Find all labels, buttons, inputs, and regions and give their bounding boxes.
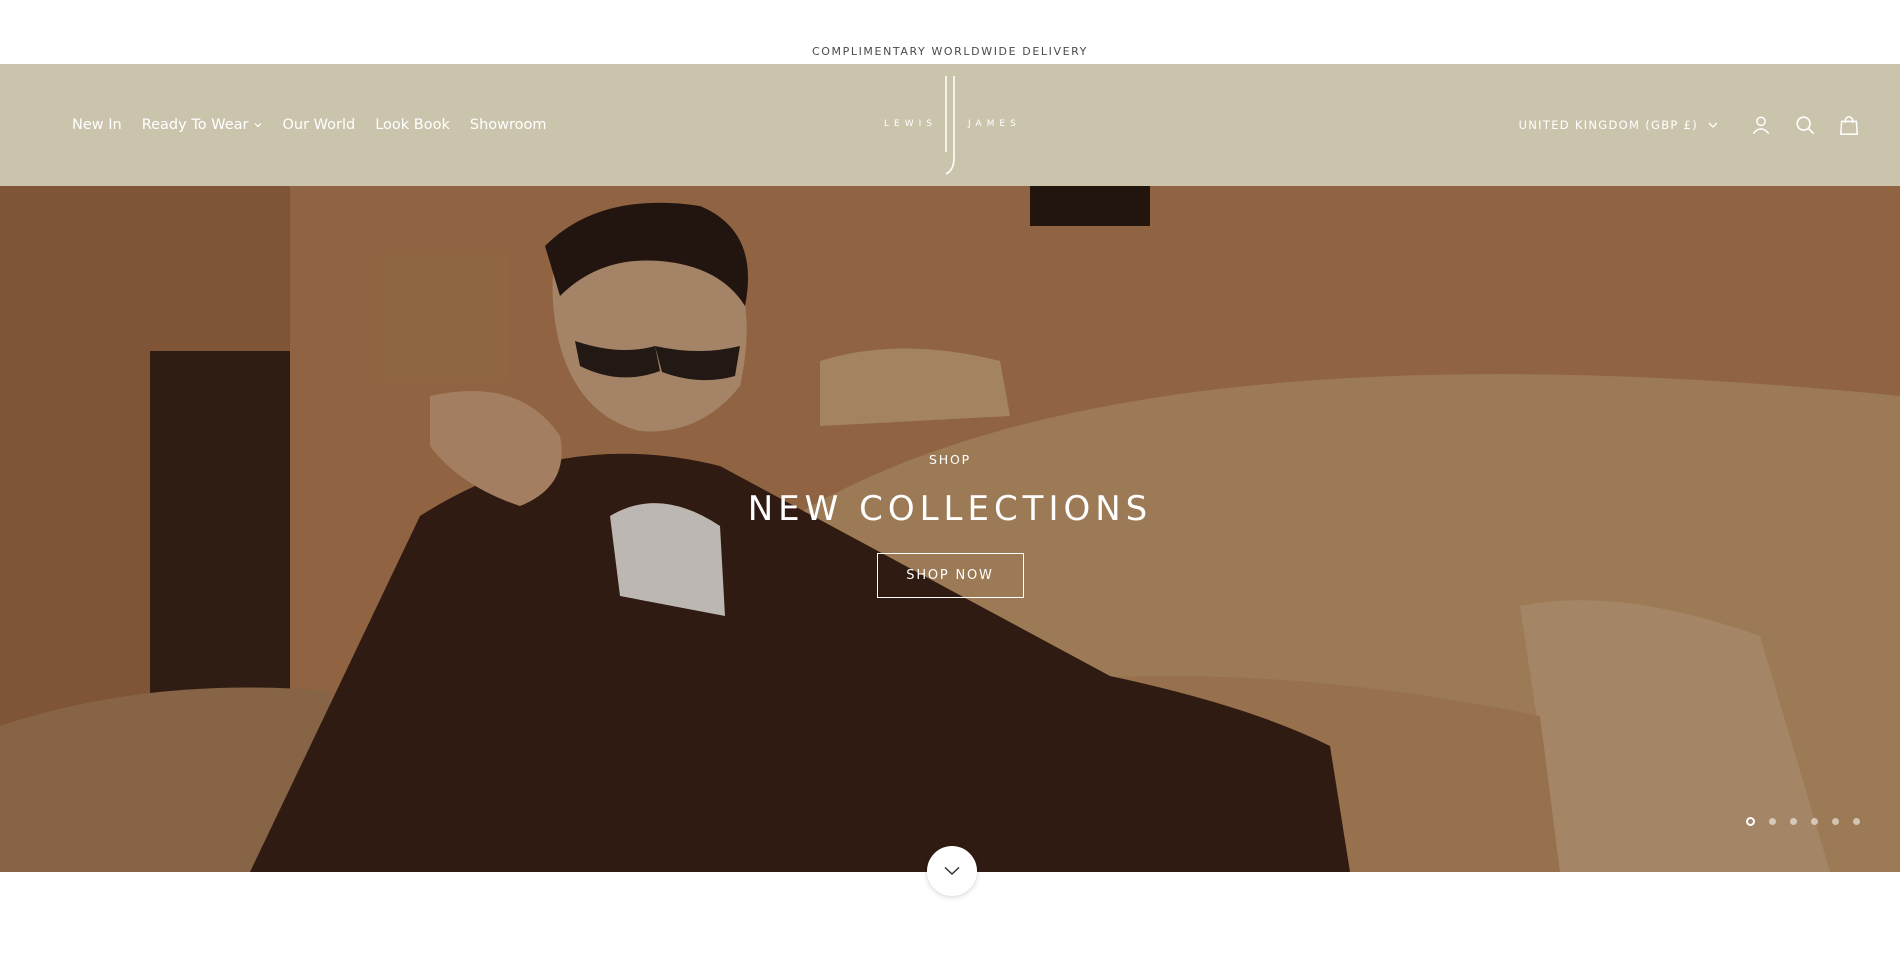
- slide-dot-3[interactable]: [1790, 818, 1797, 825]
- hero-slideshow: SHOP NEW COLLECTIONS SHOP NOW: [0, 186, 1900, 872]
- header-actions: UNITED KINGDOM (GBP £): [1519, 64, 1860, 186]
- country-selector[interactable]: UNITED KINGDOM (GBP £): [1519, 118, 1718, 132]
- announcement-text: COMPLIMENTARY WORLDWIDE DELIVERY: [812, 45, 1088, 58]
- main-nav: New In Ready To Wear Our World Look Book…: [72, 64, 547, 186]
- hero-subtitle: SHOP: [929, 452, 971, 467]
- nav-showroom[interactable]: Showroom: [470, 117, 547, 133]
- shop-now-button[interactable]: SHOP NOW: [876, 553, 1024, 598]
- slide-dot-4[interactable]: [1811, 818, 1818, 825]
- chevron-down-icon: [1708, 122, 1718, 128]
- hero-caption: SHOP NEW COLLECTIONS SHOP NOW: [0, 186, 1900, 872]
- nav-ready-to-wear[interactable]: Ready To Wear: [142, 117, 263, 133]
- site-header: New In Ready To Wear Our World Look Book…: [0, 64, 1900, 186]
- slide-dot-1[interactable]: [1746, 817, 1755, 826]
- nav-new-in[interactable]: New In: [72, 117, 122, 133]
- search-icon[interactable]: [1794, 114, 1816, 136]
- chevron-down-icon: [255, 123, 262, 128]
- slide-dot-2[interactable]: [1769, 818, 1776, 825]
- bag-icon[interactable]: [1838, 114, 1860, 136]
- hero-title: NEW COLLECTIONS: [747, 489, 1153, 529]
- scroll-down-button[interactable]: [927, 846, 977, 896]
- slide-dot-6[interactable]: [1853, 818, 1860, 825]
- chevron-down-icon: [944, 866, 960, 876]
- logo-right-word: JAMES: [968, 119, 1021, 129]
- nav-our-world[interactable]: Our World: [282, 117, 355, 133]
- account-icon[interactable]: [1750, 114, 1772, 136]
- logo-left-word: LEWIS: [884, 119, 937, 129]
- logo-monogram-icon: [945, 76, 955, 175]
- nav-look-book[interactable]: Look Book: [375, 117, 450, 133]
- slide-dot-5[interactable]: [1832, 818, 1839, 825]
- slide-pagination: [1746, 817, 1860, 826]
- announcement-bar: COMPLIMENTARY WORLDWIDE DELIVERY: [0, 0, 1900, 64]
- brand-logo[interactable]: LEWIS JAMES: [880, 74, 1020, 176]
